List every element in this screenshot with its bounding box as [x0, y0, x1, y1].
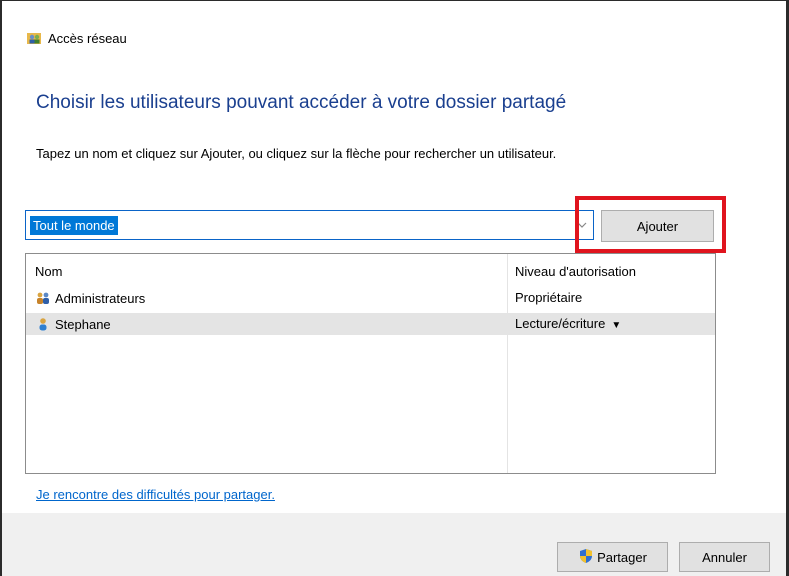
user-name-cell: Administrateurs [35, 290, 145, 306]
instruction-text: Tapez un nom et cliquez sur Ajouter, ou … [36, 146, 557, 161]
title-bar: Accès réseau [26, 28, 127, 48]
list-header: Nom Niveau d'autorisation [26, 254, 715, 284]
user-name-label: Administrateurs [55, 290, 146, 306]
table-row-selected[interactable]: Stephane Lecture/écriture ▼ [26, 313, 715, 335]
shield-icon [578, 548, 594, 567]
user-name-cell: Stephane [35, 316, 111, 332]
cancel-button[interactable]: Annuler [679, 542, 770, 572]
user-name-input[interactable]: Tout le monde [30, 216, 118, 235]
permission-level-label: Lecture/écriture [515, 316, 606, 331]
footer-bar [2, 513, 786, 576]
column-header-permission-level[interactable]: Niveau d'autorisation [515, 264, 636, 279]
column-header-name[interactable]: Nom [35, 264, 62, 279]
highlight-annotation [575, 196, 726, 253]
window-frame-top [0, 0, 789, 1]
help-link[interactable]: Je rencontre des difficultés pour partag… [36, 487, 275, 502]
group-users-icon [35, 290, 51, 306]
user-name-label: Stephane [55, 316, 111, 332]
permission-level-dropdown[interactable]: Lecture/écriture ▼ [515, 316, 621, 331]
dropdown-triangle-icon[interactable]: ▼ [611, 320, 621, 331]
share-button-label: Partager [597, 549, 647, 565]
network-users-icon [26, 30, 42, 46]
window-title: Accès réseau [48, 30, 127, 46]
users-permissions-list[interactable]: Nom Niveau d'autorisation Administrateur… [25, 253, 716, 474]
table-row[interactable]: Administrateurs Propriétaire [26, 287, 715, 309]
window-frame-left [0, 0, 2, 576]
share-button[interactable]: Partager [557, 542, 668, 572]
user-name-combobox[interactable]: Tout le monde [25, 210, 594, 240]
permission-level-label: Propriétaire [515, 290, 583, 305]
page-heading: Choisir les utilisateurs pouvant accéder… [36, 92, 567, 113]
user-icon [35, 316, 51, 332]
